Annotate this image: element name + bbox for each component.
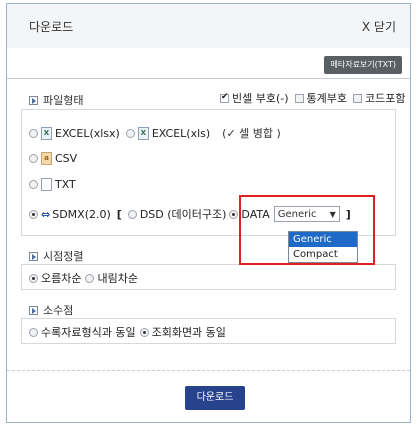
excel-xls-label: EXCEL(xls) [151,126,211,140]
sort-section-title: 시점정렬 [29,248,83,264]
highlight-annotation [239,195,375,265]
close-button[interactable]: X 닫기 [362,18,396,35]
section-marker-icon [29,95,38,105]
excel-xlsx-label: EXCEL(xlsx) [55,126,120,140]
dialog-header: 다운로드 X 닫기 [7,4,410,48]
footer-divider [7,370,410,371]
txt-row: TXT [29,178,76,191]
file-format-section-title: 파일형태 [29,92,83,108]
empty-cell-label: 빈셀 부호(-) [232,92,289,105]
csv-radio[interactable] [29,154,38,163]
excel-row: X EXCEL(xlsx) X EXCEL(xls) (✓ 셀 병합 ) [29,125,281,141]
sdmx-radio[interactable] [29,209,38,219]
bracket-open: [ [116,207,122,221]
excel-icon: X [137,126,149,140]
csv-row: a CSV [29,152,77,165]
decimal-row: 수록자료형식과 동일 조회화면과 동일 [29,324,226,340]
dsd-label: DSD (데이터구조) [139,208,227,221]
divider [7,78,410,79]
view-screen-label: 조회화면과 동일 [151,326,226,339]
source-format-radio[interactable] [29,327,38,337]
excel-xls-radio[interactable] [125,128,135,138]
view-metadata-button[interactable]: 메타자료보기(TXT) [324,56,402,74]
data-radio[interactable] [229,209,239,219]
dialog-title: 다운로드 [29,20,74,34]
descending-label: 내림차순 [97,272,138,285]
sdmx-label: SDMX(2.0) [52,207,111,221]
decimal-section-title: 소수점 [29,302,73,318]
txt-label: TXT [55,178,76,191]
stat-symbol-checkbox[interactable] [294,93,304,103]
txt-file-icon [41,178,52,191]
ascending-label: 오름차순 [41,272,82,285]
code-include-checkbox[interactable] [353,93,363,103]
csv-icon: a [41,152,52,165]
csv-label: CSV [55,152,78,165]
excel-xlsx-radio[interactable] [29,128,38,138]
cell-merge-label[interactable]: (✓ 셀 병합 ) [222,125,281,141]
file-format-options: ✔ 빈셀 부호(-) 통계부호 코드포함 [220,90,406,106]
source-format-label: 수록자료형식과 동일 [41,326,136,339]
sort-row: 오름차순 내림차순 [29,270,138,286]
descending-radio[interactable] [85,273,95,283]
sdmx-icon: ⇔ [41,207,51,221]
excel-icon: X [41,126,52,140]
ascending-radio[interactable] [29,273,38,283]
section-marker-icon [29,251,38,261]
section-marker-icon [29,305,38,315]
code-include-label: 코드포함 [365,92,406,105]
view-screen-radio[interactable] [139,327,149,337]
stat-symbol-label: 통계부호 [306,92,348,105]
download-button[interactable]: 다운로드 [185,386,245,410]
txt-radio[interactable] [29,180,38,189]
dsd-radio[interactable] [127,209,137,219]
empty-cell-checkbox[interactable]: ✔ [220,92,229,103]
